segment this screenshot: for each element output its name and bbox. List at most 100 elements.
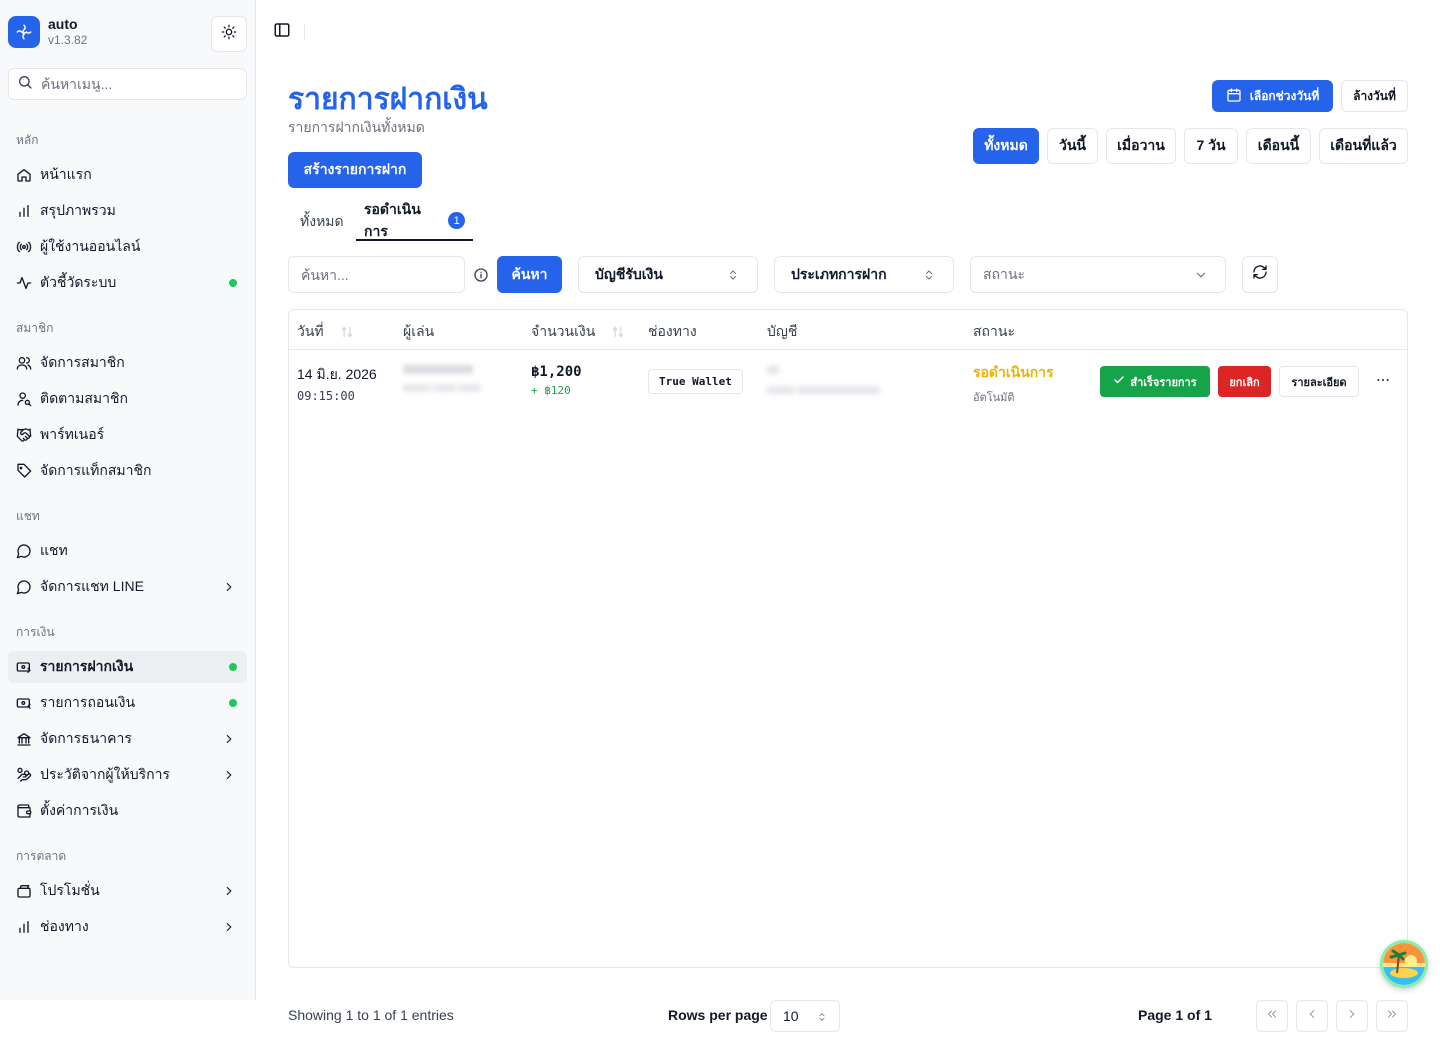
status-select[interactable]: สถานะ [970, 256, 1226, 293]
sidebar-item-label: จัดการธนาคาร [40, 730, 132, 746]
last-page-button[interactable] [1376, 1000, 1408, 1032]
sidebar-item-partners[interactable]: พาร์ทเนอร์ [8, 419, 247, 451]
chevron-right-icon [221, 731, 237, 747]
cell-status: รอดำเนินการ อัตโนมัติ [973, 362, 1054, 406]
sidebar-item-member-tags[interactable]: จัดการแท็กสมาชิก [8, 455, 247, 487]
cell-account: xx xxxxx xxxxxxxxxxxxxxx [767, 362, 880, 396]
details-button[interactable]: รายละเอียด [1279, 366, 1359, 397]
column-header-player: ผู้เล่น [403, 321, 434, 343]
bar-chart-icon [16, 203, 32, 219]
sidebar-item-line-chat[interactable]: จัดการแชท LINE [8, 571, 247, 603]
cell-date: 14 มิ.ย. 2026 09:15:00 [297, 364, 377, 403]
column-header-amount[interactable]: จำนวนเงิน [531, 321, 625, 343]
cell-player[interactable]: xxxxxxxxx xxxxx xxxx xxxx [403, 360, 481, 394]
rows-per-page-select[interactable]: 10 [770, 1000, 840, 1032]
sidebar-item-track-members[interactable]: ติดตามสมาชิก [8, 383, 247, 415]
money-out-icon [16, 695, 32, 711]
account-number: xxxxx xxxxxxxxxxxxxxx [767, 384, 881, 396]
sidebar-item-bank-management[interactable]: จัดการธนาคาร [8, 723, 247, 755]
sidebar-item-label: ช่องทาง [40, 918, 89, 934]
hand-coins-icon [16, 767, 32, 783]
column-label: จำนวนเงิน [531, 323, 596, 339]
sidebar-item-home[interactable]: หน้าแรก [8, 159, 247, 191]
tab-label: รอดำเนินการ [364, 200, 421, 239]
approve-button[interactable]: สำเร็จรายการ [1100, 366, 1210, 397]
create-deposit-button[interactable]: สร้างรายการฝาก [288, 152, 422, 188]
sidebar: auto v1.3.82 หลัก หน้าแรก สรุปภาพรวม ผู้… [0, 0, 256, 1000]
menu-search-input[interactable] [41, 76, 231, 92]
quick-filter-last-month[interactable]: เดือนที่แล้ว [1319, 128, 1408, 164]
entries-summary: Showing 1 to 1 of 1 entries [288, 1007, 454, 1023]
bonus-value: + ฿120 [531, 384, 571, 397]
sidebar-item-online-users[interactable]: ผู้ใช้งานออนไลน์ [8, 231, 247, 263]
theme-toggle-button[interactable] [211, 16, 247, 52]
deposit-type-select[interactable]: ประเภทการฝาก [774, 256, 954, 293]
calendar-icon [1226, 87, 1242, 106]
handshake-icon [16, 427, 32, 443]
sidebar-item-finance-settings[interactable]: ตั้งค่าการเงิน [8, 795, 247, 827]
cell-amount: ฿1,200 + ฿120 [531, 364, 582, 397]
clear-date-button[interactable]: ล้างวันที่ [1341, 80, 1408, 112]
next-page-button[interactable] [1336, 1000, 1368, 1032]
column-label: บัญชี [767, 323, 798, 339]
sidebar-item-withdrawals[interactable]: รายการถอนเงิน [8, 687, 247, 719]
sidebar-item-overview[interactable]: สรุปภาพรวม [8, 195, 247, 227]
account-name: xx [767, 362, 779, 376]
sidebar-item-label: รายการฝากเงิน [40, 658, 134, 674]
bar-chart-icon [16, 919, 32, 935]
chevrons-up-down-icon [921, 267, 937, 283]
cancel-button[interactable]: ยกเลิก [1218, 366, 1271, 397]
menu-search[interactable] [8, 68, 247, 100]
tab-all[interactable]: ทั้งหมด [292, 202, 352, 241]
group-label-members: สมาชิก [16, 321, 54, 335]
quick-filter-today[interactable]: วันนี้ [1047, 128, 1098, 164]
refresh-button[interactable] [1242, 256, 1278, 293]
sidebar-item-channels[interactable]: ช่องทาง [8, 911, 247, 943]
sidebar-item-provider-history[interactable]: ประวัติจากผู้ให้บริการ [8, 759, 247, 791]
status-dot [229, 663, 237, 671]
sidebar-item-deposits[interactable]: รายการฝากเงิน [8, 651, 247, 683]
sidebar-item-label: ตั้งค่าการเงิน [40, 802, 119, 818]
account-select[interactable]: บัญชีรับเงิน [578, 256, 758, 293]
tab-pending[interactable]: รอดำเนินการ 1 [356, 200, 473, 241]
previous-page-button[interactable] [1296, 1000, 1328, 1032]
chevron-left-icon [1305, 1007, 1319, 1026]
user-search-icon [16, 391, 32, 407]
sidebar-item-label: จัดการแชท LINE [40, 578, 144, 594]
column-header-date[interactable]: วันที่ [297, 321, 354, 343]
more-actions-button[interactable] [1371, 372, 1395, 392]
status-badge: รอดำเนินการ [973, 364, 1054, 380]
radio-icon [16, 239, 32, 255]
floating-avatar[interactable] [1380, 940, 1428, 988]
quick-filter-yesterday[interactable]: เมื่อวาน [1106, 128, 1176, 164]
info-icon[interactable] [472, 266, 490, 284]
home-icon [16, 167, 32, 183]
column-label: ผู้เล่น [403, 323, 435, 339]
date-range-label: เลือกช่วงวันที่ [1249, 88, 1320, 103]
tag-icon [16, 463, 32, 479]
chevron-right-icon [221, 579, 237, 595]
search-input[interactable] [288, 256, 465, 293]
more-horizontal-icon [1375, 372, 1391, 393]
first-page-button[interactable] [1256, 1000, 1288, 1032]
sidebar-item-manage-members[interactable]: จัดการสมาชิก [8, 347, 247, 379]
message-circle-icon [16, 579, 32, 595]
sidebar-item-promotions[interactable]: โปรโมชั่น [8, 875, 247, 907]
chevrons-up-down-icon [725, 267, 741, 283]
group-label-marketing: การตลาด [16, 849, 67, 863]
search-button[interactable]: ค้นหา [497, 256, 562, 293]
sidebar-item-chat[interactable]: แชท [8, 535, 247, 567]
quick-filter-all[interactable]: ทั้งหมด [973, 128, 1039, 164]
quick-filter-this-month[interactable]: เดือนนี้ [1246, 128, 1311, 164]
select-value: บัญชีรับเงิน [595, 265, 663, 282]
date-range-button[interactable]: เลือกช่วงวันที่ [1212, 80, 1333, 112]
sidebar-toggle-button[interactable] [272, 22, 292, 42]
sort-icon [340, 325, 354, 339]
quick-filter-7-days[interactable]: 7 วัน [1184, 128, 1238, 164]
rows-per-page-value: 10 [783, 1008, 799, 1024]
sidebar-item-system-metrics[interactable]: ตัวชี้วัดระบบ [8, 267, 247, 299]
brand[interactable]: auto v1.3.82 [8, 16, 87, 48]
chevron-right-icon [221, 883, 237, 899]
message-circle-icon [16, 543, 32, 559]
sidebar-item-label: พาร์ทเนอร์ [40, 426, 105, 442]
